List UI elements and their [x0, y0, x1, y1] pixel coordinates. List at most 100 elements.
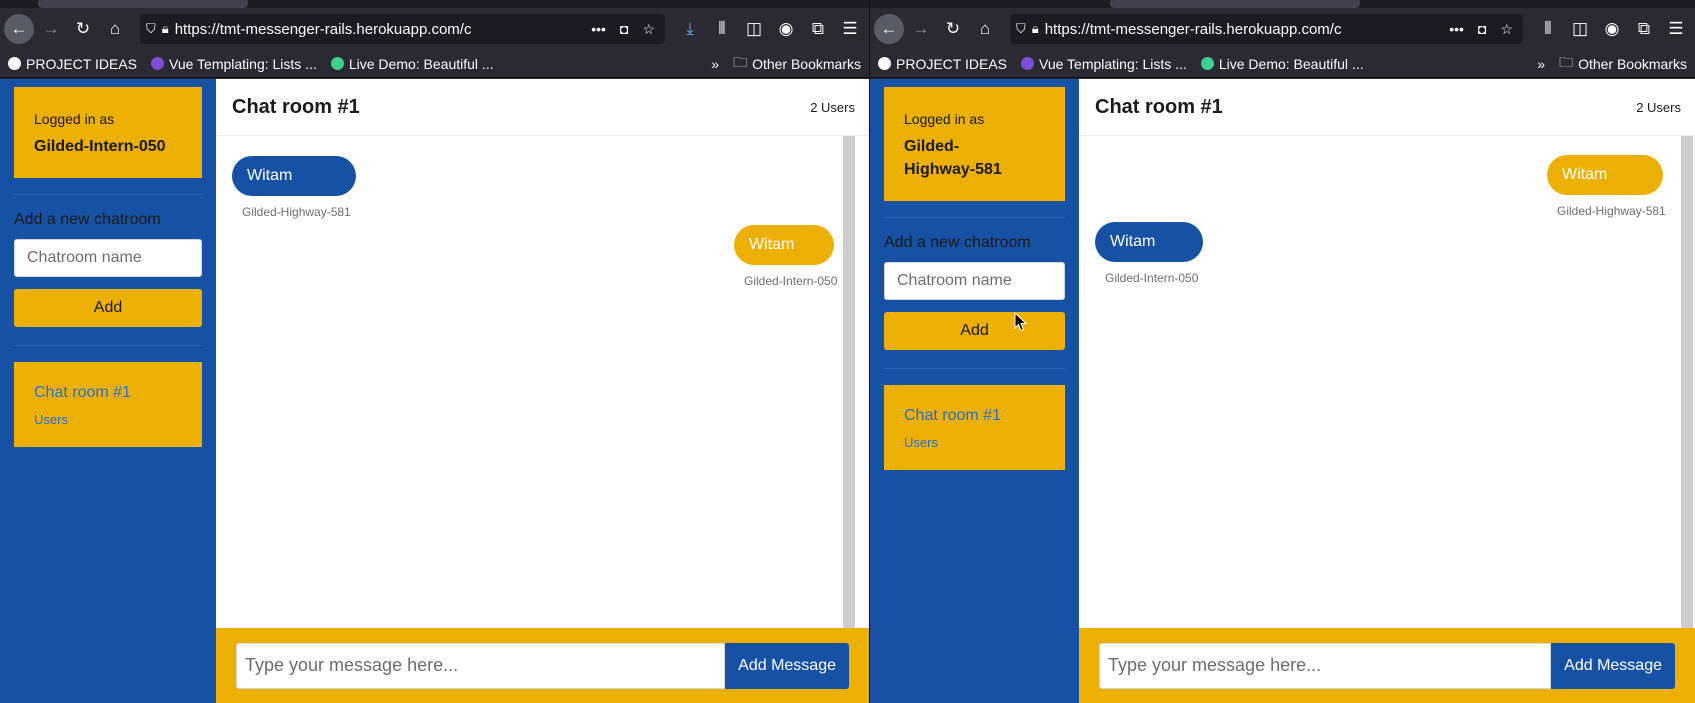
- chatroom-users-link[interactable]: Users: [904, 435, 1045, 450]
- bookmarks-overflow-icon[interactable]: »: [711, 56, 719, 72]
- messenger-app: Logged in as Gilded-Intern-050 Add a new…: [0, 79, 869, 703]
- chatroom-name-input[interactable]: Chatroom name: [884, 262, 1065, 301]
- download-icon[interactable]: ⤓: [675, 14, 705, 44]
- chatroom-item[interactable]: Chat room #1 Users: [14, 362, 202, 448]
- forward-icon[interactable]: →: [906, 14, 936, 44]
- message: Witam Gilded-Intern-050: [1095, 222, 1203, 285]
- bookmark-label: PROJECT IDEAS: [896, 55, 1007, 72]
- library-icon[interactable]: ⫴: [1533, 14, 1563, 44]
- chatroom-link[interactable]: Chat room #1: [904, 407, 1045, 425]
- add-chatroom-label: Add a new chatroom: [14, 211, 161, 229]
- extensions-icon[interactable]: ⧉: [803, 14, 833, 44]
- bookmark-vue-templating[interactable]: Vue Templating: Lists ...: [1021, 56, 1187, 72]
- forward-icon[interactable]: →: [36, 14, 66, 44]
- logged-in-label: Logged in as: [904, 111, 985, 127]
- extensions-icon[interactable]: ⧉: [1629, 14, 1659, 44]
- vue-icon: [330, 57, 344, 70]
- message-input[interactable]: Type your message here...: [1099, 642, 1552, 689]
- message-author: Gilded-Intern-050: [744, 274, 838, 288]
- library-icon[interactable]: ⫴: [707, 14, 737, 44]
- message-list: Witam Gilded-Highway-581 Witam Gilded-In…: [216, 136, 869, 628]
- mouse-cursor-icon: [1014, 312, 1028, 332]
- message-bubble: Witam: [1095, 222, 1203, 262]
- username-line: Gilded-: [904, 138, 960, 155]
- add-message-button[interactable]: Add Message: [725, 642, 849, 689]
- bookmark-star-icon[interactable]: ☆: [638, 21, 659, 38]
- bookmark-project-ideas[interactable]: PROJECT IDEAS: [878, 56, 1007, 72]
- home-icon[interactable]: ⌂: [970, 14, 1000, 44]
- bookmark-project-ideas[interactable]: PROJECT IDEAS: [8, 56, 137, 72]
- tab-strip: [870, 0, 1695, 8]
- shield-icon[interactable]: ⛉: [1016, 21, 1026, 37]
- account-icon[interactable]: ◉: [771, 14, 801, 44]
- chat-header: Chat room #1 2 Users: [1079, 79, 1695, 136]
- add-chatroom-button[interactable]: Add: [884, 312, 1065, 351]
- url-text[interactable]: https://tmt-messenger-rails.herokuapp.co…: [175, 21, 582, 38]
- bookmark-label: Vue Templating: Lists ...: [169, 55, 317, 72]
- message-author: Gilded-Highway-581: [242, 205, 351, 219]
- more-actions-icon[interactable]: •••: [1445, 21, 1468, 37]
- sidebar-toggle-icon[interactable]: ◫: [739, 14, 769, 44]
- chatroom-item[interactable]: Chat room #1 Users: [884, 385, 1065, 471]
- message-author: Gilded-Highway-581: [1557, 204, 1666, 218]
- scrollbar[interactable]: [843, 136, 855, 628]
- bookmarks-bar: PROJECT IDEAS Vue Templating: Lists ... …: [0, 50, 869, 78]
- browser-tab[interactable]: [38, 0, 248, 8]
- github-icon: [8, 57, 21, 70]
- message-list: Witam Gilded-Highway-581 Witam Gilded-In…: [1079, 136, 1695, 628]
- divider: [884, 368, 1065, 370]
- address-bar[interactable]: ⛉ 🔒︎ https://tmt-messenger-rails.herokua…: [1010, 14, 1523, 44]
- menu-icon[interactable]: ☰: [1661, 14, 1691, 44]
- bookmark-vue-templating[interactable]: Vue Templating: Lists ...: [151, 56, 317, 72]
- add-message-button[interactable]: Add Message: [1551, 642, 1675, 689]
- add-chatroom-label: Add a new chatroom: [884, 234, 1031, 252]
- bookmark-star-icon[interactable]: ☆: [1496, 21, 1517, 38]
- home-icon[interactable]: ⌂: [100, 14, 130, 44]
- bookmarks-overflow-icon[interactable]: »: [1537, 56, 1545, 72]
- vue-mastery-icon: [1021, 57, 1034, 70]
- chat-panel: Chat room #1 2 Users Witam Gilded-Highwa…: [216, 79, 869, 703]
- back-icon[interactable]: ←: [4, 14, 34, 44]
- shield-icon[interactable]: ⛉: [146, 21, 156, 37]
- folder-icon: 🗀︎: [733, 53, 748, 70]
- pocket-icon[interactable]: ◘: [1474, 21, 1490, 37]
- menu-icon[interactable]: ☰: [835, 14, 865, 44]
- back-icon[interactable]: ←: [874, 14, 904, 44]
- more-actions-icon[interactable]: •••: [587, 21, 610, 37]
- chatroom-name-input[interactable]: Chatroom name: [14, 239, 202, 278]
- logged-in-label: Logged in as: [34, 111, 115, 127]
- browser-window-left: ← → ↻ ⌂ ⛉ 🔒︎ https://tmt-messenger-rails…: [0, 0, 869, 703]
- other-bookmarks[interactable]: 🗀︎ Other Bookmarks: [733, 52, 861, 76]
- reload-icon[interactable]: ↻: [938, 14, 968, 44]
- sidebar: Logged in as Gilded- Highway-581 Add a n…: [870, 79, 1079, 703]
- account-icon[interactable]: ◉: [1597, 14, 1627, 44]
- lock-icon: 🔒︎: [161, 21, 169, 36]
- other-bookmarks[interactable]: 🗀︎ Other Bookmarks: [1559, 52, 1687, 76]
- login-info: Logged in as Gilded- Highway-581: [884, 87, 1065, 202]
- bookmark-label: PROJECT IDEAS: [26, 55, 137, 72]
- message-bubble: Witam: [232, 156, 356, 196]
- chatroom-link[interactable]: Chat room #1: [34, 384, 182, 402]
- url-text[interactable]: https://tmt-messenger-rails.herokuapp.co…: [1045, 21, 1440, 38]
- pocket-icon[interactable]: ◘: [616, 21, 632, 37]
- sidebar-toggle-icon[interactable]: ◫: [1565, 14, 1595, 44]
- divider: [14, 345, 202, 347]
- bookmark-label: Vue Templating: Lists ...: [1039, 55, 1187, 72]
- divider: [884, 217, 1065, 219]
- add-chatroom-button[interactable]: Add: [14, 289, 202, 328]
- message: Witam Gilded-Highway-581: [1547, 155, 1666, 218]
- chat-panel: Chat room #1 2 Users Witam Gilded-Highwa…: [1079, 79, 1695, 703]
- message-input[interactable]: Type your message here...: [236, 642, 726, 689]
- tab-strip: [0, 0, 869, 8]
- vue-mastery-icon: [151, 57, 164, 70]
- reload-icon[interactable]: ↻: [68, 14, 98, 44]
- browser-window-right: ← → ↻ ⌂ ⛉ 🔒︎ https://tmt-messenger-rails…: [870, 0, 1695, 703]
- scrollbar[interactable]: [1681, 136, 1693, 628]
- folder-icon: 🗀︎: [1559, 53, 1574, 70]
- bookmark-live-demo[interactable]: Live Demo: Beautiful ...: [1200, 55, 1364, 72]
- bookmark-label: Live Demo: Beautiful ...: [1218, 55, 1364, 72]
- chatroom-users-link[interactable]: Users: [34, 412, 182, 427]
- browser-tab[interactable]: [1110, 0, 1360, 8]
- address-bar[interactable]: ⛉ 🔒︎ https://tmt-messenger-rails.herokua…: [140, 14, 665, 44]
- bookmark-live-demo[interactable]: Live Demo: Beautiful ...: [330, 56, 494, 72]
